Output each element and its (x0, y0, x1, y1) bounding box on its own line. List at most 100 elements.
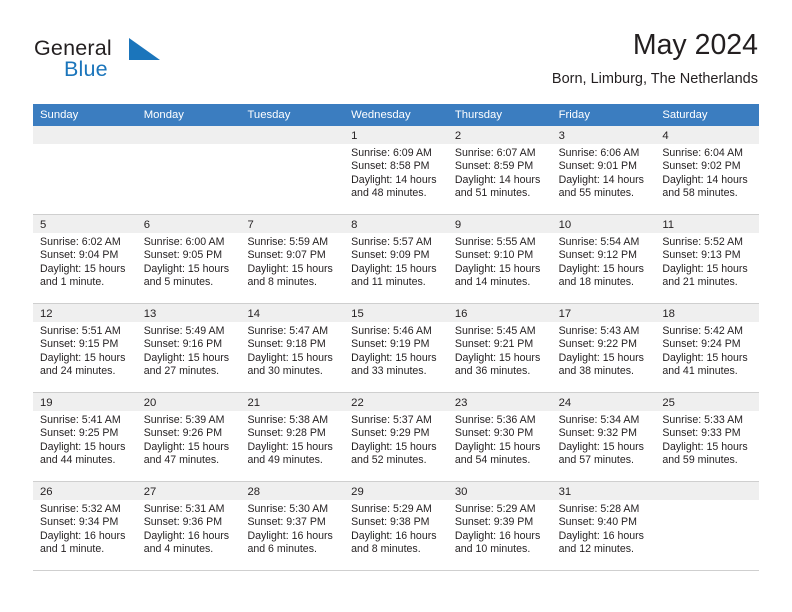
day-detail-line: and 5 minutes. (143, 276, 214, 289)
day-cell[interactable]: 7 Sunrise: 5:59 AM Sunset: 9:07 PM Daylight… (240, 215, 345, 303)
day-cell-empty (33, 126, 137, 214)
day-number-bar: 19 (33, 393, 137, 411)
day-details: Sunrise: 5:43 AM Sunset: 9:22 PM Daylight:… (552, 322, 656, 379)
day-cell[interactable]: 13 Sunrise: 5:49 AM Sunset: 9:16 PM Dayligh… (136, 304, 241, 392)
day-number-bar: 8 (344, 215, 448, 233)
day-detail-line: Sunrise: 6:06 AM (558, 147, 640, 159)
day-detail-line: and 59 minutes. (662, 454, 738, 467)
day-cell[interactable]: 11 Sunrise: 5:52 AM Sunset: 9:13 PM Dayligh… (655, 215, 760, 303)
day-details: Sunrise: 5:45 AM Sunset: 9:21 PM Daylight:… (448, 322, 552, 379)
day-detail-line: Daylight: 16 hours (558, 529, 644, 542)
day-cell[interactable]: 31 Sunrise: 5:28 AM Sunset: 9:40 PM Dayligh… (551, 482, 656, 570)
day-detail-line: Sunrise: 6:02 AM (40, 236, 121, 248)
day-cell[interactable]: 28 Sunrise: 5:30 AM Sunset: 9:37 PM Dayligh… (240, 482, 345, 570)
day-cell[interactable]: 15 Sunrise: 5:46 AM Sunset: 9:19 PM Dayligh… (344, 304, 448, 392)
day-cell[interactable]: 8 Sunrise: 5:57 AM Sunset: 9:09 PM Daylight… (344, 215, 448, 303)
day-cell[interactable]: 26 Sunrise: 5:32 AM Sunset: 9:34 PM Dayligh… (33, 482, 137, 570)
day-number: 29 (351, 486, 364, 498)
day-detail-line: Sunrise: 5:32 AM (40, 503, 121, 515)
day-cell[interactable]: 3 Sunrise: 6:06 AM Sunset: 9:01 PM Daylight… (551, 126, 656, 214)
day-cell[interactable]: 14 Sunrise: 5:47 AM Sunset: 9:18 PM Dayligh… (240, 304, 345, 392)
day-cell[interactable]: 25 Sunrise: 5:33 AM Sunset: 9:33 PM Dayligh… (655, 393, 760, 481)
day-cell[interactable]: 29 Sunrise: 5:29 AM Sunset: 9:38 PM Dayligh… (344, 482, 448, 570)
day-number-bar: 31 (551, 482, 656, 500)
brand-logo[interactable]: General Blue (34, 36, 264, 92)
day-details: Sunrise: 5:32 AM Sunset: 9:34 PM Daylight:… (33, 500, 137, 557)
day-detail-line: and 47 minutes. (143, 454, 220, 467)
day-detail-line: Sunrise: 5:28 AM (558, 503, 640, 515)
day-detail-line: Daylight: 15 hours (351, 262, 437, 275)
day-detail-line: and 24 minutes. (40, 365, 116, 378)
day-detail-line: Daylight: 15 hours (558, 440, 644, 453)
day-detail-line: Sunset: 9:36 PM (143, 516, 223, 529)
day-detail-line: Sunrise: 6:07 AM (454, 147, 536, 159)
day-detail-line: Sunrise: 5:37 AM (351, 414, 432, 426)
day-cell[interactable]: 22 Sunrise: 5:37 AM Sunset: 9:29 PM Dayligh… (344, 393, 448, 481)
day-detail-line: Sunset: 9:07 PM (247, 249, 326, 262)
day-cell[interactable]: 9 Sunrise: 5:55 AM Sunset: 9:10 PM Daylight… (447, 215, 552, 303)
day-detail-line: and 21 minutes. (662, 276, 738, 289)
day-detail-line: Sunset: 8:58 PM (351, 160, 430, 173)
day-cell[interactable]: 21 Sunrise: 5:38 AM Sunset: 9:28 PM Dayligh… (240, 393, 345, 481)
day-cell[interactable]: 20 Sunrise: 5:39 AM Sunset: 9:26 PM Dayligh… (136, 393, 241, 481)
day-cell[interactable]: 23 Sunrise: 5:36 AM Sunset: 9:30 PM Dayligh… (447, 393, 552, 481)
day-details: Sunrise: 6:06 AM Sunset: 9:01 PM Daylight:… (552, 144, 656, 201)
day-detail-line: and 52 minutes. (351, 454, 427, 467)
day-cell[interactable]: 1 Sunrise: 6:09 AM Sunset: 8:58 PM Daylight… (344, 126, 448, 214)
day-number: 28 (247, 486, 261, 498)
day-cell[interactable]: 19 Sunrise: 5:41 AM Sunset: 9:25 PM Dayligh… (33, 393, 137, 481)
day-cell[interactable]: 30 Sunrise: 5:29 AM Sunset: 9:39 PM Dayligh… (447, 482, 552, 570)
day-detail-line: Sunset: 9:37 PM (247, 516, 326, 529)
day-detail-line: Sunrise: 5:33 AM (662, 414, 743, 426)
weekday-header-saturday: Saturday (662, 109, 708, 121)
day-detail-line: Sunrise: 5:59 AM (247, 236, 329, 248)
day-number-bar: 14 (240, 304, 345, 322)
day-detail-line: Sunset: 9:22 PM (558, 338, 637, 351)
day-number-bar: 2 (447, 126, 552, 144)
day-detail-line: Daylight: 15 hours (558, 262, 644, 275)
day-detail-line: Daylight: 15 hours (454, 262, 541, 275)
day-detail-line: Sunset: 9:34 PM (40, 516, 119, 529)
day-detail-line: Sunset: 8:59 PM (454, 160, 534, 173)
day-cell[interactable]: 27 Sunrise: 5:31 AM Sunset: 9:36 PM Dayligh… (136, 482, 241, 570)
day-number: 9 (454, 219, 462, 231)
day-cell[interactable]: 12 Sunrise: 5:51 AM Sunset: 9:15 PM Dayligh… (33, 304, 137, 392)
day-details: Sunrise: 5:59 AM Sunset: 9:07 PM Daylight:… (240, 233, 344, 290)
day-number-bar: 12 (33, 304, 137, 322)
day-detail-line: Sunrise: 5:47 AM (247, 325, 329, 337)
day-number-bar: 24 (551, 393, 656, 411)
day-details: Sunrise: 6:09 AM Sunset: 8:58 PM Daylight:… (344, 144, 448, 201)
day-number: 10 (558, 219, 572, 231)
day-number: 12 (40, 308, 53, 320)
day-cell[interactable]: 16 Sunrise: 5:45 AM Sunset: 9:21 PM Dayligh… (447, 304, 552, 392)
day-detail-line: Sunrise: 5:34 AM (558, 414, 640, 426)
day-cell[interactable]: 6 Sunrise: 6:00 AM Sunset: 9:05 PM Daylight… (136, 215, 241, 303)
day-cell[interactable]: 17 Sunrise: 5:43 AM Sunset: 9:22 PM Dayligh… (551, 304, 656, 392)
day-number: 25 (662, 397, 675, 409)
day-cell[interactable]: 2 Sunrise: 6:07 AM Sunset: 8:59 PM Daylight… (447, 126, 552, 214)
day-detail-line: Daylight: 14 hours (558, 173, 644, 186)
day-detail-line: Daylight: 15 hours (143, 440, 230, 453)
day-cell[interactable]: 18 Sunrise: 5:42 AM Sunset: 9:24 PM Dayligh… (655, 304, 760, 392)
day-cell[interactable]: 24 Sunrise: 5:34 AM Sunset: 9:32 PM Dayligh… (551, 393, 656, 481)
weekday-header-monday: Monday (143, 109, 184, 121)
day-cell[interactable]: 4 Sunrise: 6:04 AM Sunset: 9:02 PM Daylight… (655, 126, 760, 214)
day-detail-line: and 6 minutes. (247, 543, 317, 556)
day-detail-line: and 30 minutes. (247, 365, 323, 378)
day-details: Sunrise: 5:55 AM Sunset: 9:10 PM Daylight:… (448, 233, 552, 290)
day-detail-line: and 58 minutes. (662, 187, 738, 200)
day-detail-line: Daylight: 14 hours (662, 173, 748, 186)
brand-name-blue: Blue (64, 57, 108, 81)
day-detail-line: Sunset: 9:19 PM (351, 338, 430, 351)
day-cell[interactable]: 10 Sunrise: 5:54 AM Sunset: 9:12 PM Dayligh… (551, 215, 656, 303)
day-details: Sunrise: 5:38 AM Sunset: 9:28 PM Daylight:… (240, 411, 344, 468)
day-number: 5 (40, 219, 47, 231)
day-detail-line: Daylight: 15 hours (662, 262, 748, 275)
week-row: 1 Sunrise: 6:09 AM Sunset: 8:58 PM Daylight… (33, 126, 760, 215)
day-detail-line: Daylight: 16 hours (247, 529, 333, 542)
day-details: Sunrise: 5:33 AM Sunset: 9:33 PM Daylight:… (655, 411, 759, 468)
day-cell[interactable]: 5 Sunrise: 6:02 AM Sunset: 9:04 PM Daylight… (33, 215, 137, 303)
weekday-header-tuesday: Tuesday (247, 109, 291, 121)
day-detail-line: Sunset: 9:33 PM (662, 427, 741, 440)
day-detail-line: and 38 minutes. (558, 365, 634, 378)
